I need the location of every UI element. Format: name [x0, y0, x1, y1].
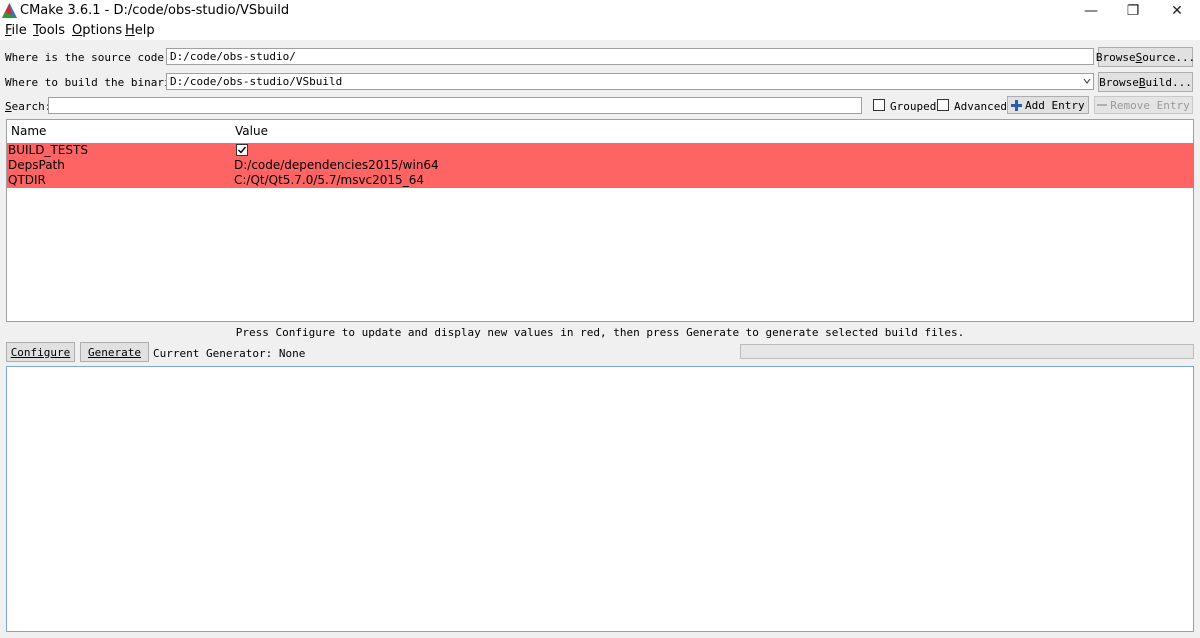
progress-bar	[740, 344, 1194, 359]
menu-file[interactable]: File	[5, 23, 27, 38]
column-header-name[interactable]: Name	[11, 124, 46, 138]
grouped-label: Grouped	[890, 100, 937, 113]
current-generator-text: Current Generator: None	[153, 347, 306, 360]
build-path-value: D:/code/obs-studio/VSbuild	[170, 75, 343, 88]
output-log[interactable]	[6, 366, 1194, 632]
minimize-button[interactable]: —	[1068, 0, 1114, 22]
plus-icon	[1011, 99, 1022, 111]
entry-name: BUILD_TESTS	[8, 143, 88, 157]
configure-button[interactable]: Configure	[6, 342, 75, 362]
entry-value: D:/code/dependencies2015/win64	[234, 158, 439, 172]
advanced-label: Advanced	[954, 100, 1007, 113]
entry-name: QTDIR	[8, 173, 46, 187]
search-input[interactable]	[48, 97, 862, 114]
entry-value: C:/Qt/Qt5.7.0/5.7/msvc2015_64	[234, 173, 424, 187]
search-label: Search:	[5, 100, 52, 113]
table-row[interactable]: DepsPath D:/code/dependencies2015/win64	[7, 158, 1194, 173]
build-path-combobox[interactable]: D:/code/obs-studio/VSbuild	[166, 73, 1094, 90]
source-label: Where is the source code:	[5, 51, 171, 64]
grouped-checkbox[interactable]	[873, 99, 885, 111]
advanced-checkbox[interactable]	[937, 99, 949, 111]
remove-icon	[1097, 104, 1108, 106]
cache-table[interactable]: Name Value BUILD_TESTS DepsPath D:/code/…	[6, 119, 1194, 322]
browse-build-button[interactable]: Browse Build...	[1098, 72, 1193, 92]
generate-button[interactable]: Generate	[80, 342, 149, 362]
column-header-value[interactable]: Value	[235, 124, 268, 138]
build-label: Where to build the binaries:	[5, 76, 191, 89]
add-entry-button[interactable]: Add Entry	[1007, 96, 1089, 114]
menu-bar	[0, 22, 1200, 40]
table-row[interactable]: BUILD_TESTS	[7, 143, 1194, 158]
close-button[interactable]: ✕	[1154, 0, 1200, 22]
remove-entry-button[interactable]: Remove Entry	[1094, 96, 1193, 114]
menu-help[interactable]: Help	[125, 23, 155, 38]
window-title: CMake 3.6.1 - D:/code/obs-studio/VSbuild	[20, 3, 290, 18]
restore-button[interactable]: ❐	[1110, 0, 1156, 22]
chevron-down-icon[interactable]	[1083, 77, 1091, 85]
checkmark-icon	[238, 146, 247, 154]
table-row[interactable]: QTDIR C:/Qt/Qt5.7.0/5.7/msvc2015_64	[7, 173, 1194, 188]
restore-icon: ❐	[1126, 3, 1140, 19]
hint-text: Press Configure to update and display ne…	[235, 326, 965, 339]
browse-source-button[interactable]: Browse Source...	[1096, 47, 1195, 67]
menu-options[interactable]: Options	[72, 23, 122, 38]
build-tests-checkbox[interactable]	[236, 144, 248, 156]
menu-tools[interactable]: Tools	[33, 23, 65, 38]
cmake-logo-icon	[2, 3, 17, 18]
close-icon: ✕	[1171, 3, 1183, 19]
minimize-icon: —	[1084, 3, 1098, 19]
entry-name: DepsPath	[8, 158, 65, 172]
source-path-input[interactable]: D:/code/obs-studio/	[166, 48, 1094, 65]
